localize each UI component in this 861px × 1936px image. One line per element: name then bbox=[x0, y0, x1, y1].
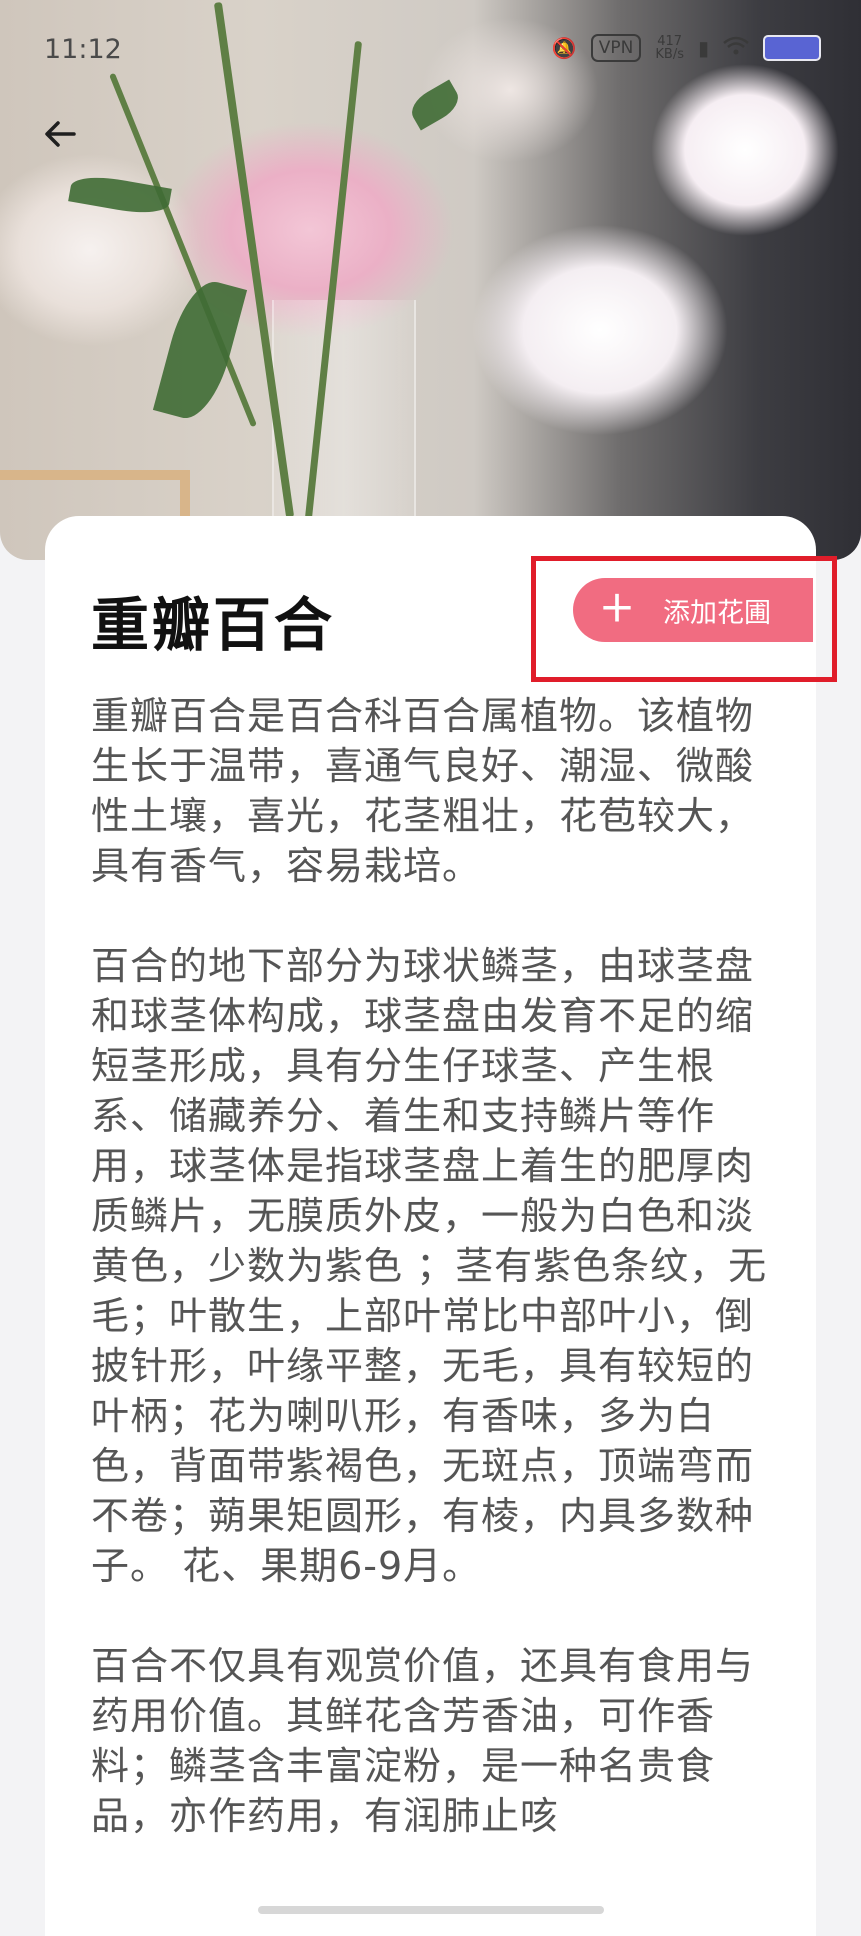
description-paragraph: 重瓣百合是百合科百合属植物。该植物生长于温带，喜通气良好、潮湿、微酸性土壤，喜光… bbox=[91, 694, 755, 888]
plant-description: 重瓣百合是百合科百合属植物。该植物生长于温带，喜通气良好、潮湿、微酸性土壤，喜光… bbox=[91, 691, 781, 1869]
home-indicator[interactable] bbox=[258, 1906, 604, 1914]
back-button[interactable] bbox=[38, 112, 82, 156]
description-paragraph: 百合的地下部分为球状鳞茎，由球茎盘和球茎体构成，球茎盘由发育不足的缩短茎形成，具… bbox=[91, 944, 768, 1588]
plus-icon: ＋ bbox=[599, 589, 636, 630]
sim-icon: ▮ bbox=[697, 36, 709, 60]
vpn-badge: VPN bbox=[590, 34, 642, 62]
add-to-garden-button[interactable]: ＋ 添加花圃 bbox=[573, 578, 813, 642]
wifi-icon bbox=[723, 36, 749, 61]
back-arrow-icon bbox=[45, 121, 76, 147]
status-time: 11:12 bbox=[44, 34, 122, 65]
mute-icon: 🔕 bbox=[551, 36, 577, 60]
plant-detail-card: 重瓣百合 ＋ 添加花圃 重瓣百合是百合科百合属植物。该植物生长于温带，喜通气良好… bbox=[45, 516, 837, 1936]
plant-title: 重瓣百合 bbox=[91, 591, 336, 659]
battery-icon bbox=[763, 35, 821, 61]
add-to-garden-label: 添加花圃 bbox=[663, 597, 772, 629]
lily-leaf bbox=[152, 274, 248, 426]
status-bar: 11:12 🔕 VPN 417 KB/s ▮ bbox=[0, 0, 861, 100]
status-icons: 🔕 VPN 417 KB/s ▮ bbox=[552, 34, 821, 62]
network-speed: 417 KB/s bbox=[655, 35, 684, 61]
description-paragraph: 百合不仅具有观赏价值，还具有食用与药用价值。其鲜花含芳香油，可作香料；鳞茎含丰富… bbox=[91, 1644, 755, 1838]
network-speed-unit: KB/s bbox=[655, 47, 684, 62]
